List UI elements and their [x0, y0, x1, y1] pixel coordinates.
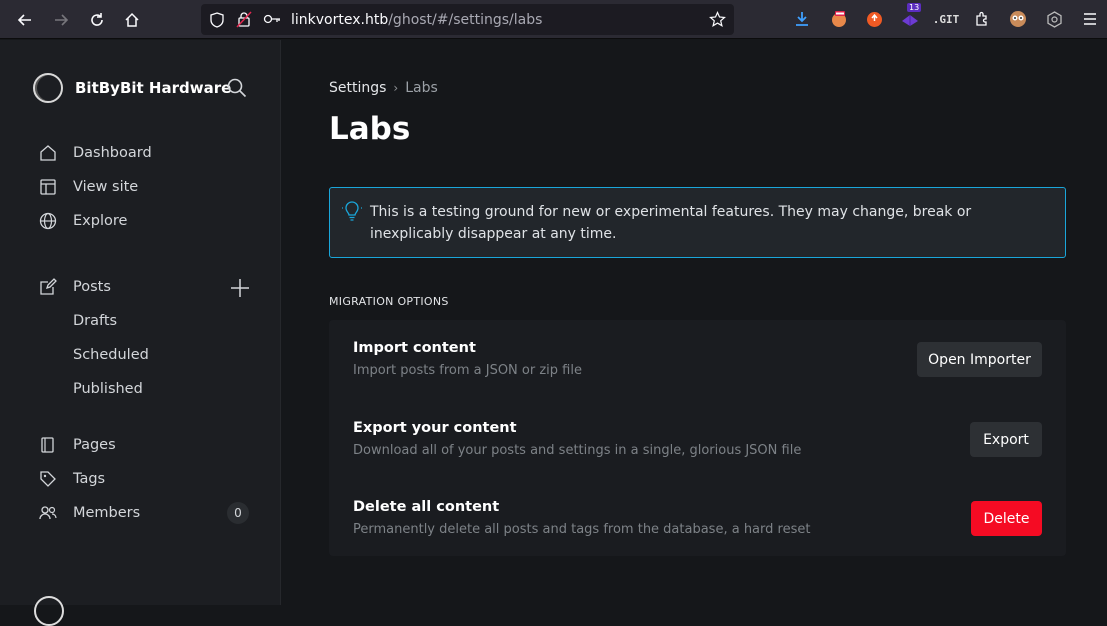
row-title: Export your content: [353, 420, 517, 436]
sidebar-item-label: Posts: [73, 279, 111, 295]
search-icon: [227, 78, 247, 98]
sidebar-item-dashboard[interactable]: Dashboard: [38, 141, 152, 165]
members-icon: [38, 503, 58, 523]
hexagon-extension-icon: [1046, 10, 1062, 28]
export-content-row: Export your content Download all of your…: [353, 420, 1042, 480]
sidebar-item-pages[interactable]: Pages: [38, 433, 116, 457]
browser-toolbar: linkvortex.htb/ghost/#/settings/labs 13 …: [0, 0, 1107, 39]
shield-icon[interactable]: [209, 12, 225, 28]
sidebar-item-label: Pages: [73, 437, 116, 453]
fox-extension-icon: [832, 11, 846, 27]
row-description: Permanently delete all posts and tags fr…: [353, 522, 811, 537]
breadcrumb-settings[interactable]: Settings: [329, 80, 386, 96]
extension-wappalyzer[interactable]: [1043, 8, 1065, 30]
insecure-lock-icon[interactable]: [236, 11, 252, 28]
row-title: Delete all content: [353, 499, 500, 515]
extension-owl[interactable]: [1007, 8, 1029, 30]
row-description: Download all of your posts and settings …: [353, 443, 802, 458]
orange-circle-extension-icon: [866, 11, 882, 27]
delete-content-row: Delete all content Permanently delete al…: [353, 499, 1042, 559]
home-button[interactable]: [120, 8, 144, 32]
new-post-button[interactable]: [229, 277, 251, 299]
lightbulb-icon: [342, 200, 362, 225]
pages-icon: [38, 435, 58, 455]
sidebar-item-label: Members: [73, 505, 141, 521]
forward-button[interactable]: [49, 8, 73, 32]
address-bar[interactable]: linkvortex.htb/ghost/#/settings/labs: [201, 4, 734, 35]
extension-orange[interactable]: [863, 8, 885, 30]
download-icon: [796, 12, 808, 26]
purple-hat-extension-icon: [902, 15, 918, 26]
open-importer-button[interactable]: Open Importer: [917, 342, 1042, 377]
reload-button[interactable]: [85, 8, 109, 32]
site-name: BitByBit Hardware: [75, 79, 232, 97]
back-button[interactable]: [13, 8, 37, 32]
key-icon[interactable]: [263, 12, 281, 26]
sidebar-item-label: Tags: [73, 471, 106, 487]
sidebar-item-scheduled[interactable]: Scheduled: [73, 347, 149, 363]
sidebar-item-explore[interactable]: Explore: [38, 209, 127, 233]
sidebar-item-label: View site: [73, 179, 139, 195]
search-button[interactable]: [227, 78, 247, 102]
url-path: /ghost/#/settings/labs: [388, 12, 543, 28]
row-description: Import posts from a JSON or zip file: [353, 363, 582, 378]
page-title: Labs: [329, 111, 411, 147]
app-menu-button[interactable]: [1079, 8, 1101, 30]
reload-icon: [91, 13, 103, 26]
chevron-right-icon: ›: [393, 81, 399, 95]
delete-button[interactable]: Delete: [971, 501, 1042, 536]
sidebar-item-drafts[interactable]: Drafts: [73, 313, 117, 329]
downloads-button[interactable]: [791, 8, 813, 30]
migration-options-panel: Import content Import posts from a JSON …: [329, 320, 1066, 556]
members-count-badge: 0: [227, 502, 249, 524]
url-text: linkvortex.htb/ghost/#/settings/labs: [291, 12, 542, 28]
owl-extension-icon: [1010, 11, 1026, 27]
info-notice: This is a testing ground for new or expe…: [329, 187, 1066, 258]
extension-badge: 13: [907, 3, 922, 12]
sidebar-item-posts[interactable]: Posts: [38, 275, 111, 299]
breadcrumb-current: Labs: [405, 80, 438, 96]
plus-icon: [231, 279, 249, 297]
layout-icon: [38, 177, 58, 197]
sidebar-item-view-site[interactable]: View site: [38, 175, 138, 199]
globe-icon: [38, 211, 58, 231]
import-content-row: Import content Import posts from a JSON …: [353, 340, 1042, 400]
sidebar-item-label: Dashboard: [73, 145, 152, 161]
sidebar-item-tags[interactable]: Tags: [38, 467, 105, 491]
url-host: linkvortex.htb: [291, 12, 389, 28]
section-heading: MIGRATION OPTIONS: [329, 295, 449, 308]
extensions-menu-button[interactable]: [971, 8, 993, 30]
sidebar-item-published[interactable]: Published: [73, 381, 143, 397]
sidebar-item-members[interactable]: Members: [38, 501, 140, 525]
edit-icon: [38, 277, 58, 297]
dotgit-extension-icon: .GIT: [932, 12, 960, 26]
hamburger-menu-icon: [1084, 13, 1096, 25]
main-content: Settings › Labs Labs This is a testing g…: [281, 40, 1107, 605]
sidebar-item-label: Explore: [73, 213, 128, 229]
puzzle-icon: [976, 11, 987, 26]
home-icon: [38, 143, 58, 163]
row-title: Import content: [353, 340, 476, 356]
extension-purple[interactable]: 13: [899, 3, 922, 30]
user-avatar[interactable]: [34, 596, 64, 626]
export-button[interactable]: Export: [970, 422, 1042, 457]
forward-arrow-icon: [55, 14, 69, 26]
extension-dotgit[interactable]: .GIT: [932, 8, 960, 30]
site-brand[interactable]: BitByBit Hardware: [33, 73, 231, 103]
tag-icon: [38, 469, 58, 489]
extension-foxyproxy[interactable]: [828, 8, 850, 30]
breadcrumb: Settings › Labs: [329, 80, 438, 96]
back-arrow-icon: [17, 14, 31, 26]
sidebar: BitByBit Hardware Dashboard View site Ex…: [0, 40, 281, 626]
bookmark-star-icon[interactable]: [709, 11, 726, 28]
site-logo: [33, 73, 63, 103]
notice-text: This is a testing ground for new or expe…: [370, 204, 972, 242]
home-icon: [125, 12, 139, 27]
